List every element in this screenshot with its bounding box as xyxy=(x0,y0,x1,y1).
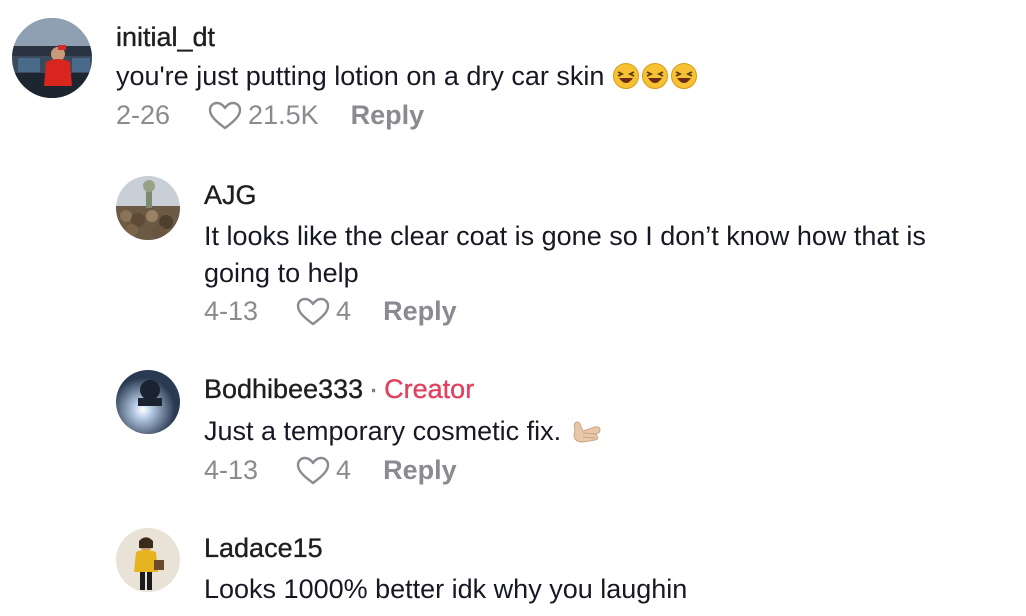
comment-text-row: Just a temporary cosmetic fix. xyxy=(204,413,603,455)
like-button[interactable]: 21.5K xyxy=(208,100,319,131)
heart-icon xyxy=(208,101,242,129)
laughing-emoji-icon xyxy=(612,62,700,100)
comment-date: 4-13 xyxy=(204,455,259,485)
separator-dot: · xyxy=(369,374,379,404)
comment-text: It looks like the clear coat is gone so … xyxy=(204,218,926,292)
like-button[interactable]: 4 xyxy=(296,455,351,486)
avatar[interactable] xyxy=(116,176,180,240)
like-count: 4 xyxy=(336,455,352,485)
comment-text-row: you're just putting lotion on a dry car … xyxy=(116,58,700,100)
heart-icon xyxy=(296,297,330,325)
avatar[interactable] xyxy=(116,528,180,592)
comment-username-row: Bodhibee333 · Creator xyxy=(204,374,475,405)
like-count: 4 xyxy=(336,296,352,326)
comment-text: you're just putting lotion on a dry car … xyxy=(116,61,605,91)
comment-meta: 2-26 21.5K Reply xyxy=(116,100,424,131)
avatar[interactable] xyxy=(116,370,180,434)
comment-meta: 4-13 4 Reply xyxy=(204,455,457,486)
comment-text: Looks 1000% better idk why you laughin xyxy=(204,574,688,604)
comment-text-line: going to help xyxy=(204,258,359,288)
comment-text-line: It looks like the clear coat is gone so … xyxy=(204,221,926,251)
call-me-hand-icon xyxy=(569,417,603,455)
reply-button[interactable]: Reply xyxy=(383,296,457,327)
creator-badge: Creator xyxy=(384,374,475,404)
reply-button[interactable]: Reply xyxy=(383,455,457,486)
comment-username[interactable]: Bodhibee333 xyxy=(204,374,364,404)
comment-date: 2-26 xyxy=(116,100,171,130)
comment-date: 4-13 xyxy=(204,296,259,326)
reply-button[interactable]: Reply xyxy=(351,100,425,131)
comment-username[interactable]: Ladace15 xyxy=(204,533,323,564)
comment-username[interactable]: AJG xyxy=(204,180,257,211)
like-count: 21.5K xyxy=(248,100,319,130)
comment-text: Just a temporary cosmetic fix. xyxy=(204,416,562,446)
comment-username[interactable]: initial_dt xyxy=(116,22,215,53)
avatar[interactable] xyxy=(12,18,92,98)
comment-meta: 4-13 4 Reply xyxy=(204,296,457,327)
heart-icon xyxy=(296,456,330,484)
like-button[interactable]: 4 xyxy=(296,296,351,327)
